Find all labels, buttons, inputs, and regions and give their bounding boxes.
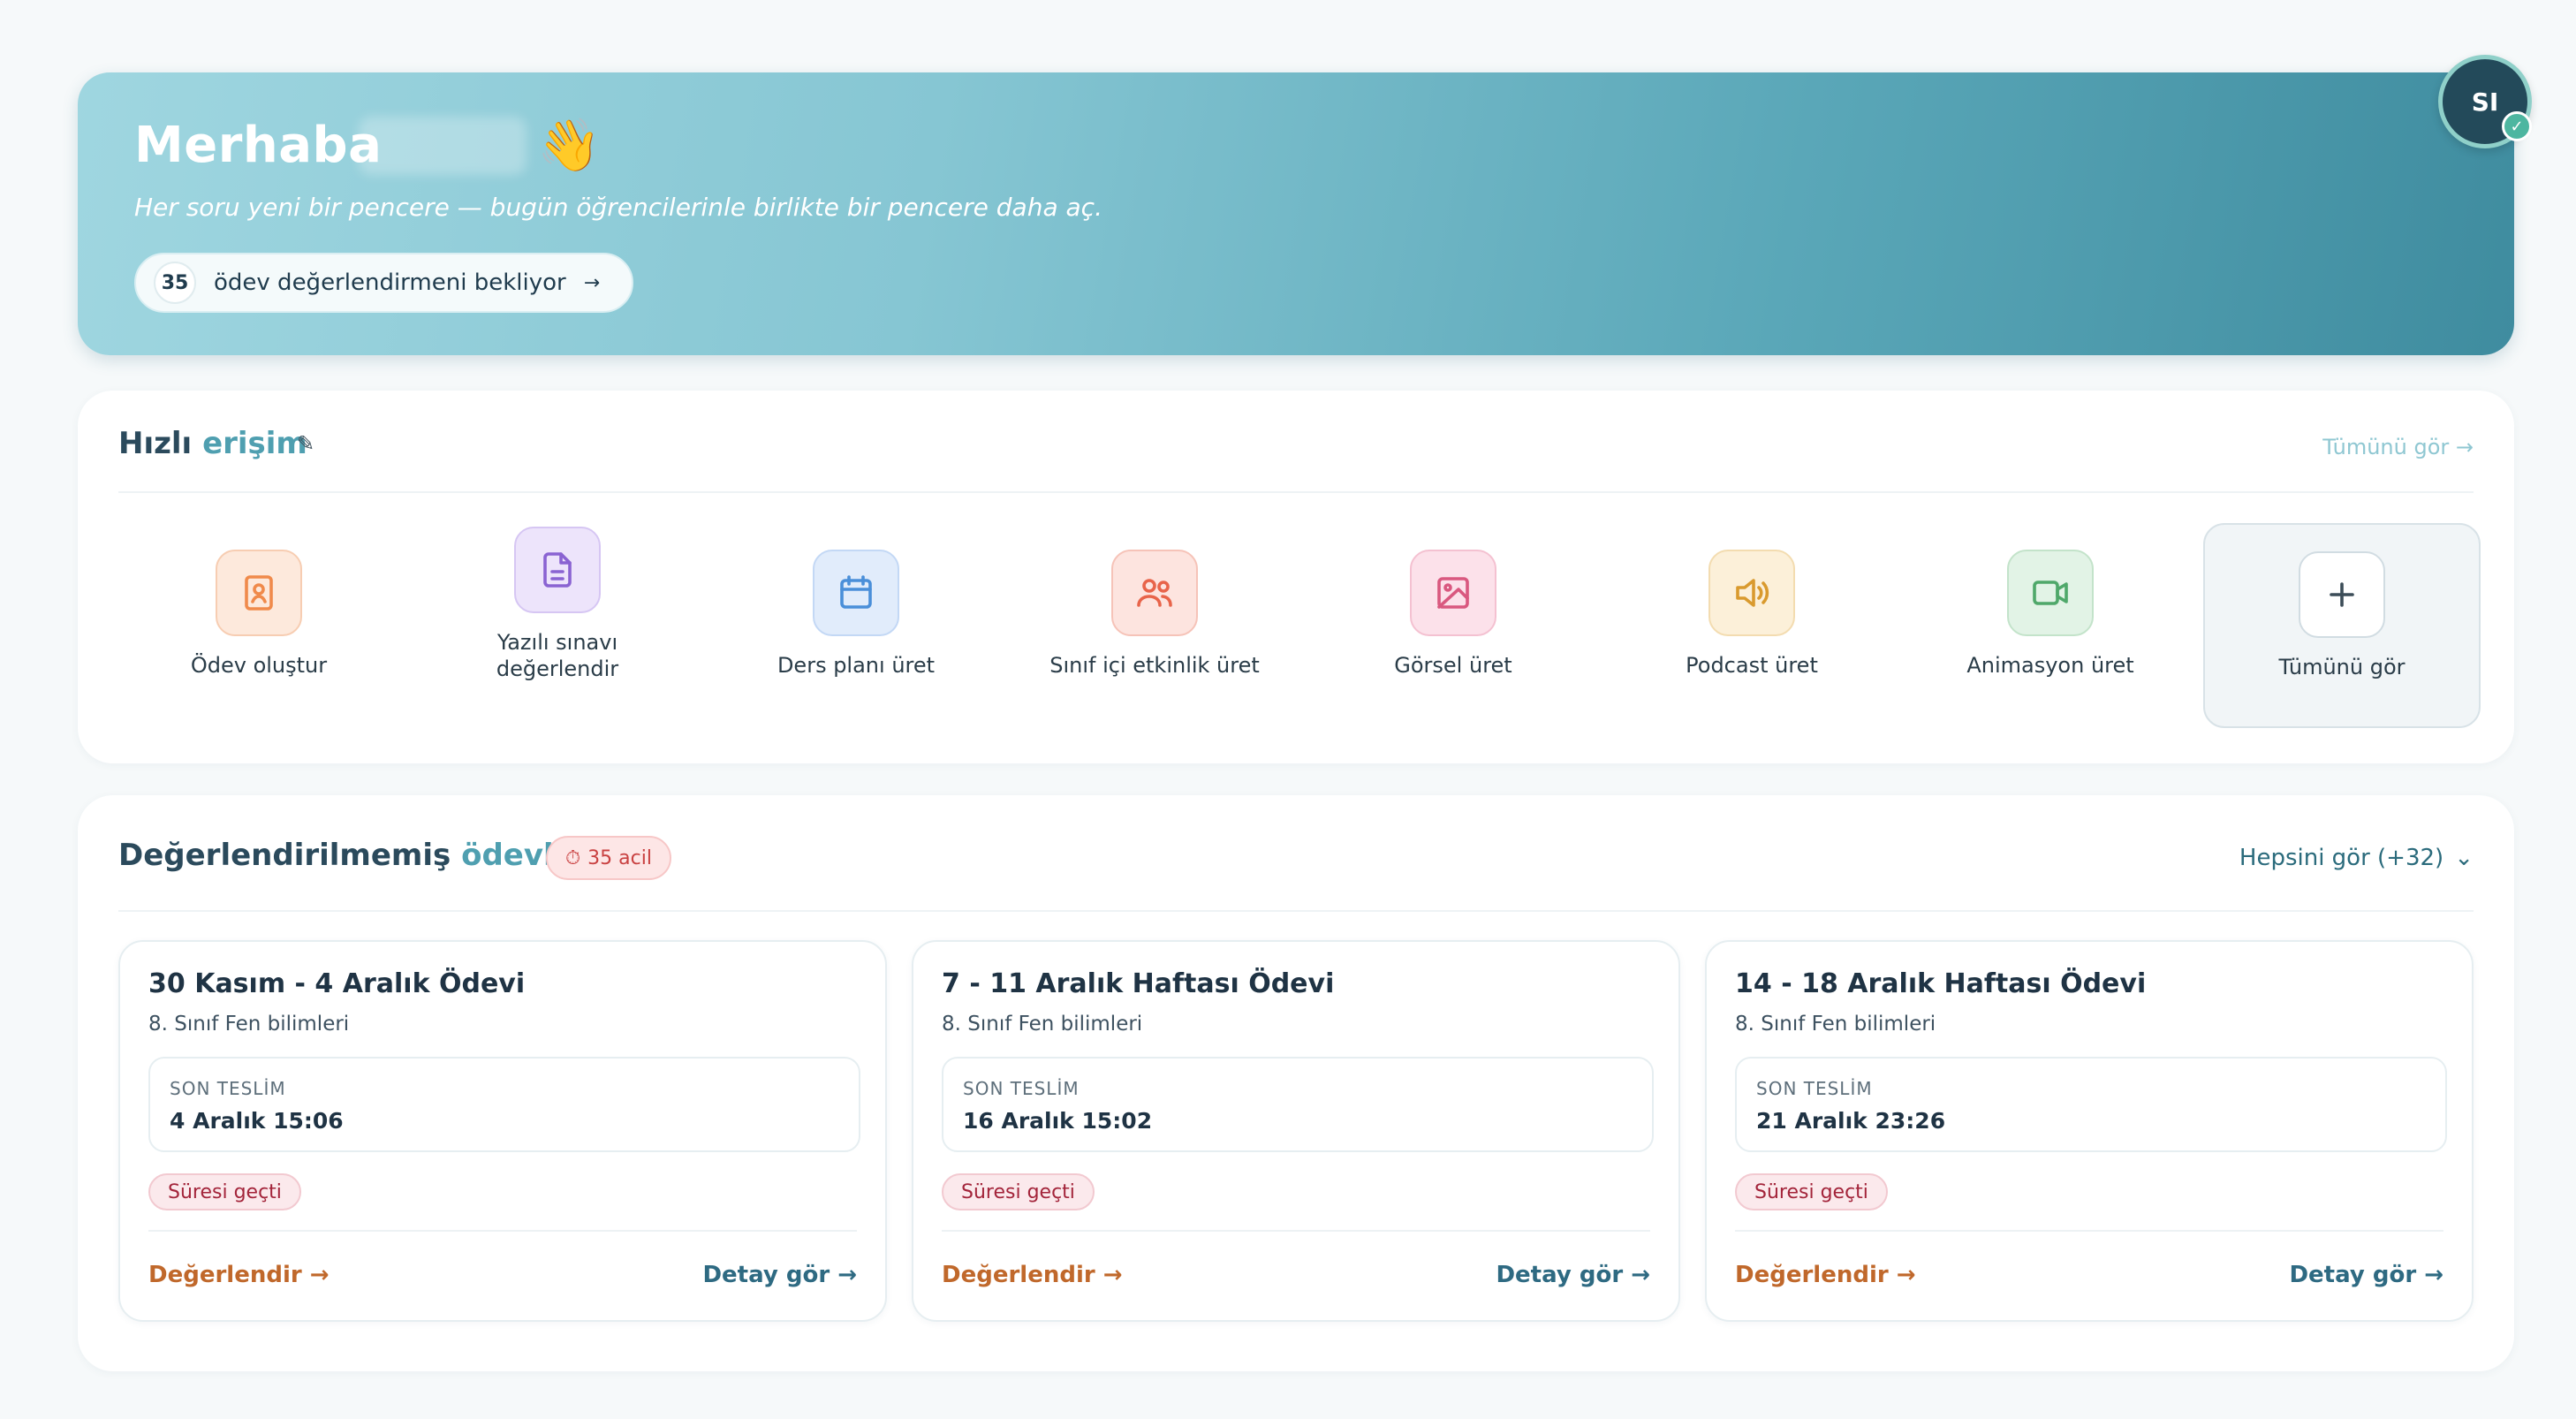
assignment-card: 30 Kasım - 4 Aralık Ödevi 8. Sınıf Fen b… (118, 940, 887, 1322)
quick-item-grade-exam[interactable]: Yazılı sınavı değerlendir (419, 523, 696, 728)
card-divider (1735, 1230, 2443, 1232)
assignment-card: 14 - 18 Aralık Haftası Ödevi 8. Sınıf Fe… (1705, 940, 2474, 1322)
hero-subtitle: Her soru yeni bir pencere — bugün öğrenc… (134, 193, 1102, 222)
chevron-down-icon: ⌄ (2454, 845, 2474, 871)
video-icon (2007, 550, 2094, 636)
deadline-box: SON TESLİM 16 Aralık 15:02 (942, 1057, 1654, 1152)
card-subtitle: 8. Sınıf Fen bilimleri (148, 1013, 350, 1036)
quick-item-label: Ders planı üret (777, 653, 936, 678)
unassessed-divider (118, 910, 2474, 912)
deadline-label: SON TESLİM (1756, 1078, 1873, 1099)
quick-access-divider (118, 491, 2474, 493)
arrow-right-icon: → (583, 271, 601, 294)
card-subtitle: 8. Sınıf Fen bilimleri (1735, 1013, 1936, 1036)
plus-icon (2299, 551, 2385, 638)
deadline-label: SON TESLİM (963, 1078, 1080, 1099)
quick-item-label: Görsel üret (1394, 653, 1512, 678)
card-divider (148, 1230, 857, 1232)
status-badge: Süresi geçti (942, 1173, 1095, 1210)
quick-item-label: Yazılı sınavı değerlendir (496, 630, 619, 681)
unassessed-title-part1: Değerlendirilmemiş (118, 838, 451, 873)
pencil-icon[interactable]: ✎ (297, 431, 314, 456)
urgent-label: 35 acil (587, 846, 652, 869)
urgent-badge: ⏱ 35 acil (546, 836, 671, 880)
pending-count: 35 (154, 262, 196, 304)
document-icon (514, 527, 601, 613)
quick-item-label: Tümünü gör (2278, 655, 2406, 679)
assess-button[interactable]: Değerlendir → (1735, 1262, 1916, 1288)
blurred-username (359, 117, 527, 175)
card-title: 14 - 18 Aralık Haftası Ödevi (1735, 968, 2147, 999)
quick-item-label: Animasyon üret (1966, 653, 2134, 678)
assignment-icon (216, 550, 302, 636)
card-subtitle: 8. Sınıf Fen bilimleri (942, 1013, 1143, 1036)
assess-button[interactable]: Değerlendir → (942, 1262, 1123, 1288)
card-title: 30 Kasım - 4 Aralık Ödevi (148, 968, 526, 999)
quick-access-see-all-link[interactable]: Tümünü gör → (2322, 435, 2474, 459)
see-all-label: Hepsini gör (+32) (2239, 845, 2444, 871)
deadline-box: SON TESLİM 4 Aralık 15:06 (148, 1057, 860, 1152)
assess-button[interactable]: Değerlendir → (148, 1262, 330, 1288)
quick-access-title-part1: Hızlı (118, 426, 193, 461)
check-icon: ✓ (2502, 111, 2532, 141)
quick-access-panel: Hızlı erişim ✎ Tümünü gör → Ödev oluştur… (78, 391, 2514, 763)
deadline-value: 21 Aralık 23:26 (1756, 1108, 1946, 1134)
quick-item-label: Podcast üret (1686, 653, 1818, 678)
quick-access-title: Hızlı erişim (118, 426, 307, 461)
deadline-box: SON TESLİM 21 Aralık 23:26 (1735, 1057, 2447, 1152)
users-icon (1111, 550, 1198, 636)
image-icon (1410, 550, 1496, 636)
pending-assignments-button[interactable]: 35 ödev değerlendirmeni bekliyor → (134, 253, 634, 313)
quick-item-class-activity[interactable]: Sınıf içi etkinlik üret (1016, 523, 1293, 728)
status-badge: Süresi geçti (148, 1173, 301, 1210)
unassessed-assignments-panel: Değerlendirilmemiş ödevler ⏱ 35 acil Hep… (78, 795, 2514, 1371)
assignment-card: 7 - 11 Aralık Haftası Ödevi 8. Sınıf Fen… (912, 940, 1680, 1322)
quick-item-visual[interactable]: Görsel üret (1315, 523, 1592, 728)
quick-access-title-part2: erişim (202, 426, 307, 461)
quick-item-label: Sınıf içi etkinlik üret (1049, 653, 1260, 678)
speaker-icon (1708, 550, 1795, 636)
details-button[interactable]: Detay gör → (702, 1262, 857, 1288)
quick-item-label: Ödev oluştur (190, 653, 328, 678)
deadline-label: SON TESLİM (170, 1078, 286, 1099)
quick-item-create-assignment[interactable]: Ödev oluştur (120, 523, 398, 728)
see-all-dropdown[interactable]: Hepsini gör (+32) ⌄ (2239, 845, 2474, 871)
status-badge: Süresi geçti (1735, 1173, 1888, 1210)
greeting-title: Merhaba (134, 117, 383, 174)
deadline-value: 16 Aralık 15:02 (963, 1108, 1153, 1134)
welcome-banner: Merhaba 👋 Her soru yeni bir pencere — bu… (78, 72, 2514, 355)
card-title: 7 - 11 Aralık Haftası Ödevi (942, 968, 1335, 999)
quick-item-podcast[interactable]: Podcast üret (1613, 523, 1890, 728)
quick-item-see-all[interactable]: Tümünü gör (2203, 523, 2481, 728)
quick-item-lesson-plan[interactable]: Ders planı üret (717, 523, 995, 728)
details-button[interactable]: Detay gör → (2289, 1262, 2443, 1288)
calendar-icon (813, 550, 899, 636)
details-button[interactable]: Detay gör → (1496, 1262, 1650, 1288)
quick-item-animation[interactable]: Animasyon üret (1912, 523, 2189, 728)
deadline-value: 4 Aralık 15:06 (170, 1108, 344, 1134)
card-divider (942, 1230, 1650, 1232)
pending-label: ödev değerlendirmeni bekliyor (214, 269, 566, 296)
unassessed-title: Değerlendirilmemiş ödevler (118, 838, 589, 873)
clock-icon: ⏱ (565, 846, 581, 869)
wave-emoji: 👋 (537, 115, 602, 175)
